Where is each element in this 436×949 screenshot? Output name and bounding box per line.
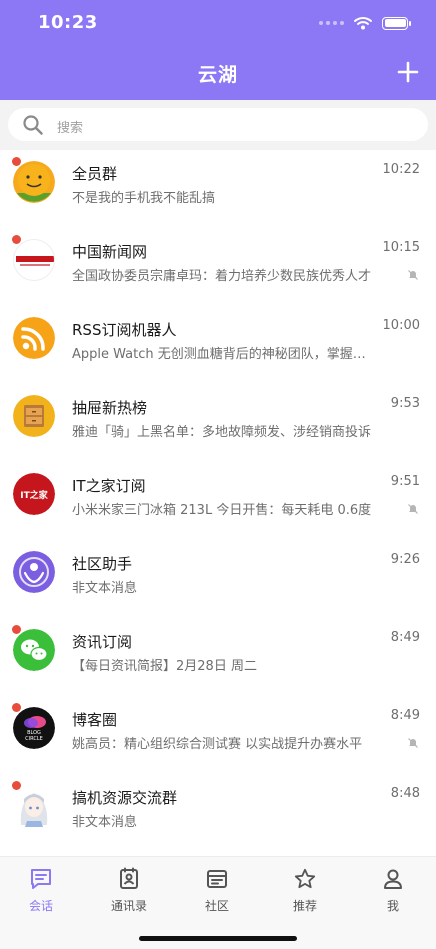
conversation-name: IT之家订阅 xyxy=(72,477,146,495)
tab-label: 通讯录 xyxy=(110,899,147,913)
drawer-logo xyxy=(13,395,55,437)
conversation-preview: 非文本消息 xyxy=(72,581,138,596)
conversation-name: 社区助手 xyxy=(72,555,133,573)
unread-dot xyxy=(12,157,21,166)
tab-label: 社区 xyxy=(204,899,229,913)
ithome-logo: IT之家 xyxy=(13,473,55,515)
conversation-preview: 全国政协委员宗庸卓玛：着力培养少数民族优秀人才 xyxy=(72,269,372,284)
conversation-name: 资讯订阅 xyxy=(72,633,133,651)
tab-label: 推荐 xyxy=(292,899,317,913)
conversation-row[interactable]: RSS订阅机器人 Apple Watch 无创测血糖背后的神秘团队，掌握核心技术… xyxy=(0,306,436,384)
chinanews-logo xyxy=(13,239,55,281)
search-icon xyxy=(23,115,43,135)
conversation-time: 8:49 xyxy=(390,630,420,645)
battery-icon xyxy=(382,16,411,30)
star-icon xyxy=(294,868,316,889)
conversation-time: 8:49 xyxy=(390,708,420,723)
search-input[interactable]: 搜索 xyxy=(8,108,428,141)
unread-dot xyxy=(12,235,21,244)
conversation-time: 10:15 xyxy=(382,240,420,255)
conversation-name: 中国新闻网 xyxy=(72,243,148,261)
emoji-avatar xyxy=(13,161,55,203)
conversation-preview: 【每日资讯简报】2月28日 周二 xyxy=(72,659,257,674)
community-icon xyxy=(207,870,227,888)
search-placeholder: 搜索 xyxy=(57,121,84,136)
unread-dot xyxy=(12,781,21,790)
conversation-row[interactable]: 社区助手 非文本消息 9:26 xyxy=(0,540,436,618)
blog-logo-text-bottom: CIRCLE xyxy=(25,736,43,742)
status-icons xyxy=(319,14,411,32)
mute-icon xyxy=(408,270,418,280)
mute-icon xyxy=(408,504,418,514)
search-bar-area: 搜索 xyxy=(0,100,436,150)
conversation-name: 搞机资源交流群 xyxy=(72,789,178,807)
tab-recommend[interactable]: 推荐 xyxy=(275,867,335,914)
conversation-time: 9:26 xyxy=(390,552,420,567)
conversation-time: 9:51 xyxy=(390,474,420,489)
tab-label: 我 xyxy=(386,899,399,913)
conversation-time: 8:48 xyxy=(390,786,420,801)
app-header: 10:23 云湖 xyxy=(0,0,436,100)
conversation-row[interactable]: 资讯订阅 【每日资讯简报】2月28日 周二 8:49 xyxy=(0,618,436,696)
conversation-time: 10:00 xyxy=(382,318,420,333)
conversation-row[interactable]: 全员群 不是我的手机我不能乱搞 10:22 xyxy=(0,150,436,228)
unread-dot xyxy=(12,703,21,712)
conversation-preview: 雅迪「骑」上黑名单：多地故障频发、涉经销商投诉 xyxy=(72,425,372,440)
rss-logo xyxy=(13,317,55,359)
conversation-row[interactable]: 搞机资源交流群 非文本消息 8:48 xyxy=(0,774,436,852)
blog-circle-logo: BLOG CIRCLE xyxy=(13,707,55,749)
tab-me[interactable]: 我 xyxy=(363,867,423,914)
ithome-logo-text: IT之家 xyxy=(20,489,48,501)
home-indicator xyxy=(139,936,297,941)
conversation-time: 9:53 xyxy=(390,396,420,411)
status-time: 10:23 xyxy=(38,12,98,33)
conversation-name: 全员群 xyxy=(72,165,118,183)
anime-avatar xyxy=(13,785,55,827)
chat-logo xyxy=(13,629,55,671)
conversation-preview: 小米米家三门冰箱 213L 今日开售：每天耗电 0.6度 xyxy=(72,503,372,518)
conversation-row[interactable]: IT之家 IT之家订阅 小米米家三门冰箱 213L 今日开售：每天耗电 0.6度… xyxy=(0,462,436,540)
conversation-preview: 姚高员：精心组织综合测试赛 以实战提升办赛水平 xyxy=(72,737,363,752)
conversation-time: 10:22 xyxy=(382,162,420,177)
conversation-name: 抽屉新热榜 xyxy=(72,399,148,417)
mute-icon xyxy=(408,738,418,748)
conversation-name: 博客圈 xyxy=(72,711,118,729)
conversation-row[interactable]: 中国新闻网 全国政协委员宗庸卓玛：着力培养少数民族优秀人才 10:15 xyxy=(0,228,436,306)
community-logo xyxy=(13,551,55,593)
page-title: 云湖 xyxy=(197,64,238,86)
tab-label: 会话 xyxy=(28,899,53,913)
conversation-row[interactable]: BLOG CIRCLE 博客圈 姚高员：精心组织综合测试赛 以实战提升办赛水平 … xyxy=(0,696,436,774)
plus-icon[interactable] xyxy=(396,60,420,84)
signal-icon xyxy=(319,21,344,25)
conversation-preview: 非文本消息 xyxy=(72,815,138,830)
unread-dot xyxy=(12,625,21,634)
conversation-row[interactable]: 抽屉新热榜 雅迪「骑」上黑名单：多地故障频发、涉经销商投诉 9:53 xyxy=(0,384,436,462)
chat-icon xyxy=(31,869,51,889)
tab-community[interactable]: 社区 xyxy=(187,867,247,914)
conversation-list: 全员群 不是我的手机我不能乱搞 10:22 中国新闻网 全国政协委员宗庸卓玛：着… xyxy=(0,150,436,856)
person-icon xyxy=(384,869,402,889)
conversation-name: RSS订阅机器人 xyxy=(72,321,177,339)
conversation-preview: 不是我的手机我不能乱搞 xyxy=(72,191,216,206)
contacts-icon xyxy=(120,867,138,889)
tab-chats[interactable]: 会话 xyxy=(11,867,71,914)
tab-contacts[interactable]: 通讯录 xyxy=(99,867,159,914)
conversation-preview: Apple Watch 无创测血糖背后的神秘团队，掌握核心技术 xyxy=(72,347,372,362)
wifi-icon xyxy=(354,17,372,30)
